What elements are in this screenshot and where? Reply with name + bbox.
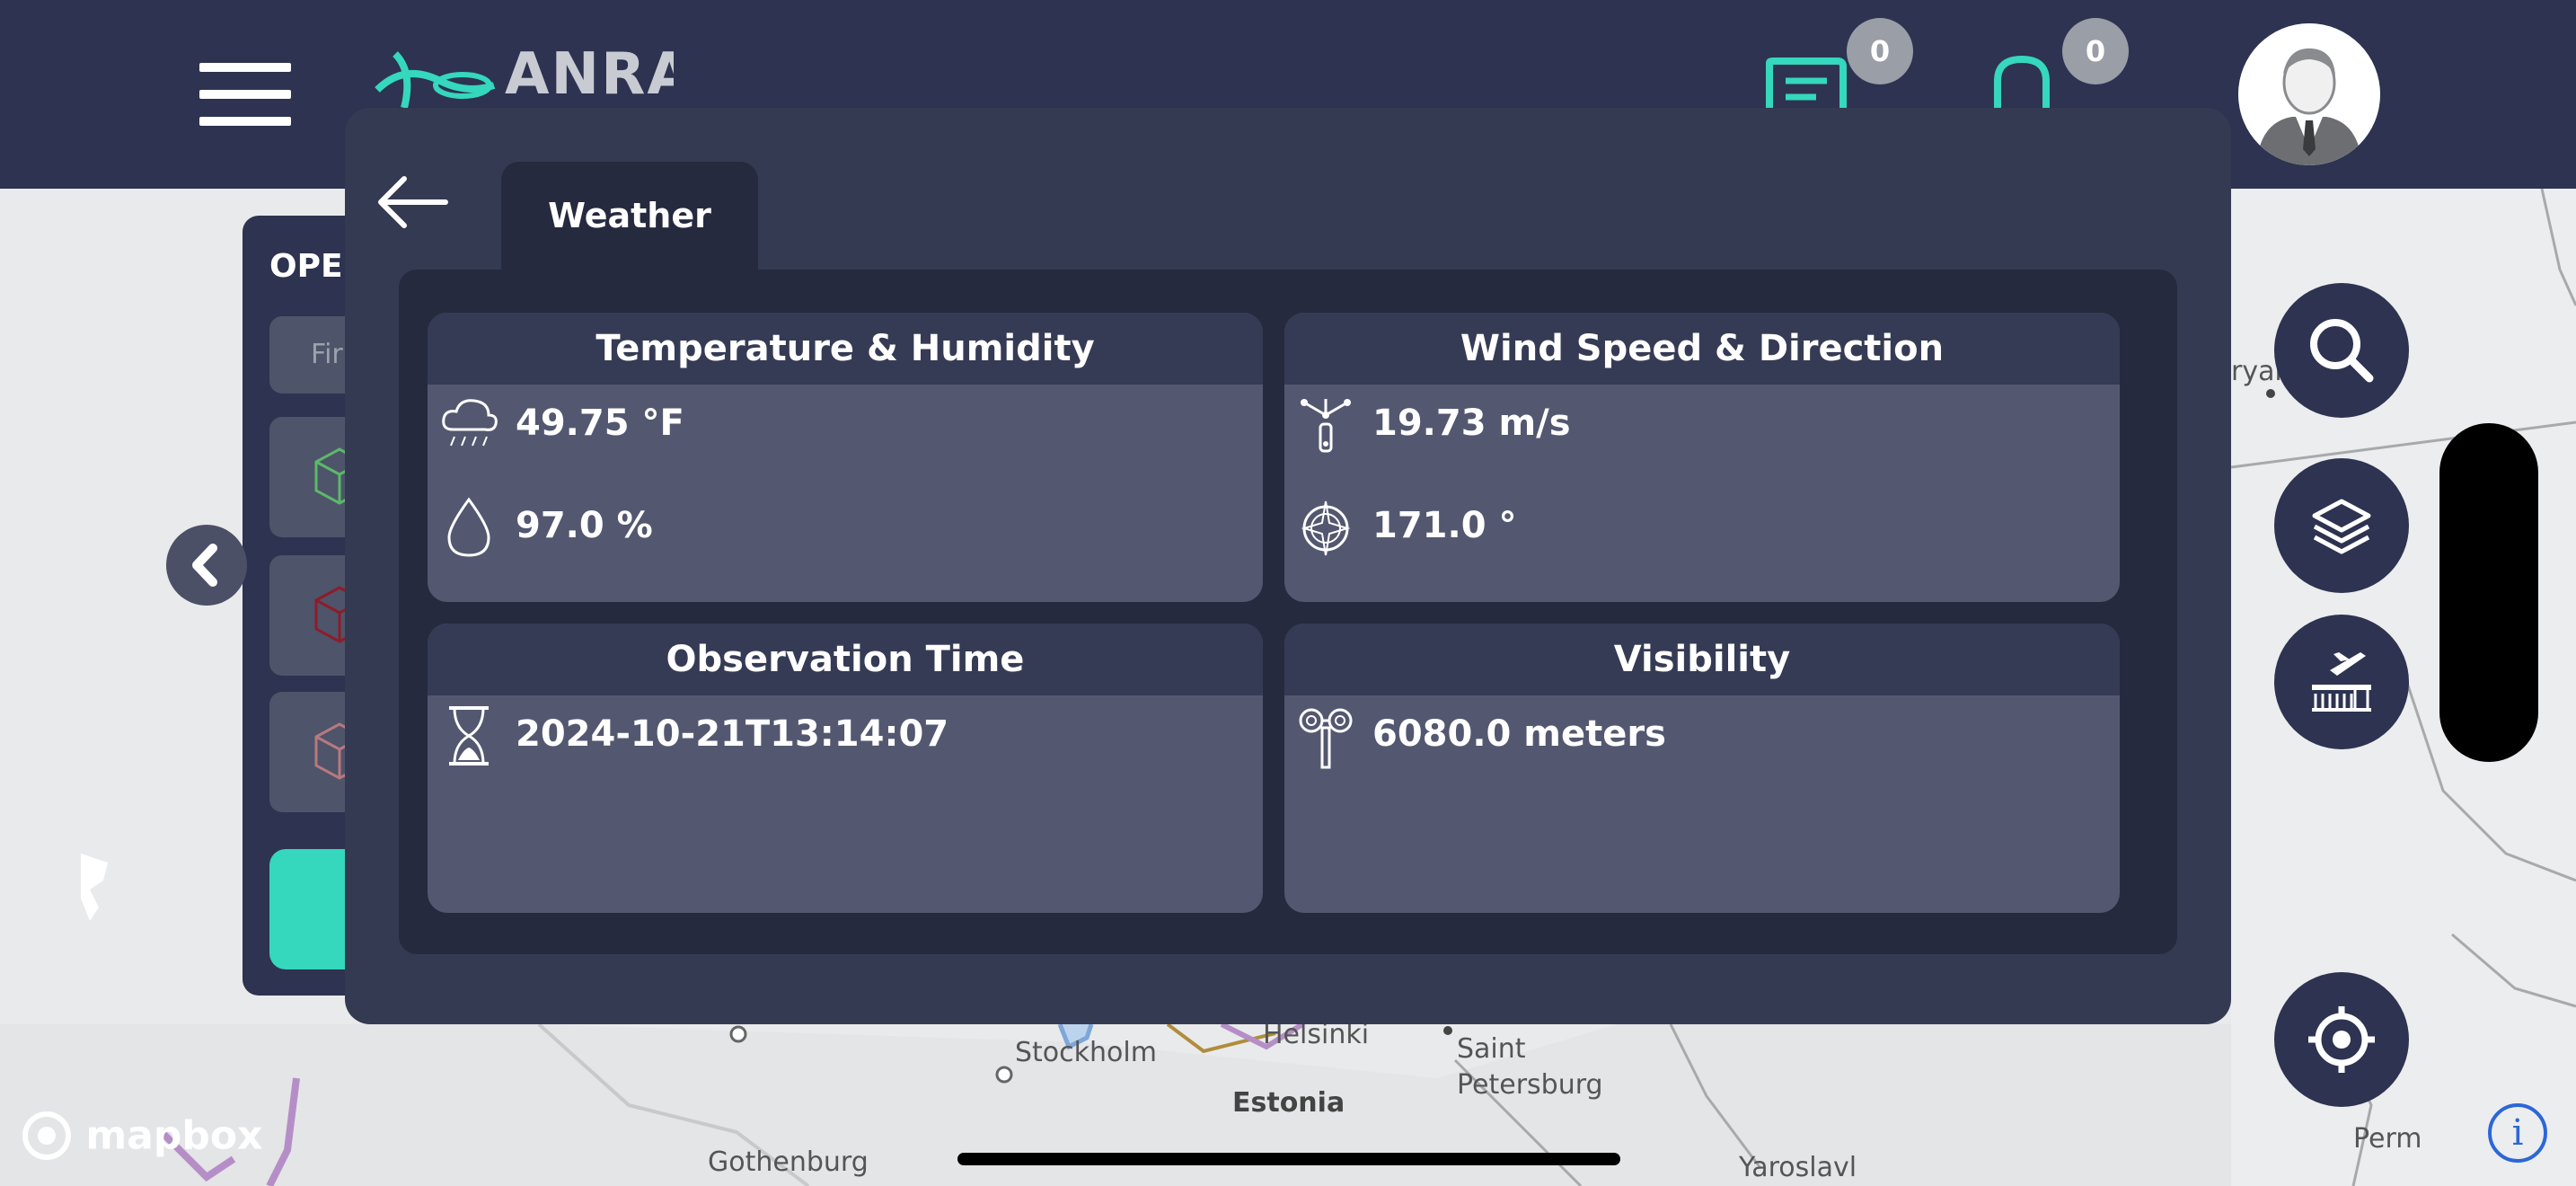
card-title: Temperature & Humidity: [428, 313, 1263, 385]
menu-line: [199, 117, 291, 126]
weather-modal: Weather Temperature & Humidity 49.75 °F …: [345, 108, 2231, 1024]
cloud-rain-icon: [442, 399, 498, 447]
side-scroll-handle[interactable]: [2439, 423, 2538, 762]
visibility-value: 6080.0 meters: [1372, 713, 1666, 755]
bell-icon[interactable]: [1990, 54, 2053, 108]
menu-line: [199, 90, 291, 99]
menu-line: [199, 63, 291, 72]
wind-card: Wind Speed & Direction 19.73 m/s 171.0 °: [1284, 313, 2120, 602]
tab-weather[interactable]: Weather: [501, 162, 758, 288]
water-drop-icon: [447, 497, 490, 557]
card-title: Visibility: [1284, 624, 2120, 695]
observation-time-value: 2024-10-21T13:14:07: [516, 713, 949, 755]
humidity-value: 97.0 %: [516, 505, 653, 546]
visibility-row: 6080.0 meters: [1284, 704, 2120, 776]
map-label-gothenburg: Gothenburg: [708, 1146, 869, 1178]
collapse-panel-button[interactable]: [166, 525, 247, 606]
mapbox-text: mapbox: [85, 1112, 263, 1159]
mapbox-attribution[interactable]: mapbox: [22, 1111, 262, 1161]
wind-speed-value: 19.73 m/s: [1372, 403, 1571, 444]
user-icon: [2238, 23, 2380, 165]
layers-button[interactable]: [2274, 458, 2409, 593]
hourglass-icon: [449, 706, 489, 766]
tasks-icon[interactable]: [1766, 58, 1847, 111]
map-label-perm: Perm: [2353, 1123, 2422, 1155]
tasks-badge: 0: [1847, 18, 1913, 84]
temperature-humidity-card: Temperature & Humidity 49.75 °F 97.0 %: [428, 313, 1263, 602]
observation-time-row: 2024-10-21T13:14:07: [428, 704, 1263, 776]
arrow-left-icon: [378, 176, 448, 228]
layers-icon: [2312, 499, 2371, 554]
search-button[interactable]: [2274, 283, 2409, 418]
user-avatar[interactable]: [2238, 23, 2380, 165]
wind-direction-value: 171.0 °: [1372, 505, 1517, 546]
locate-me-button[interactable]: [2274, 972, 2409, 1107]
map-label-yaroslavl: Yaroslavl: [1739, 1152, 1857, 1183]
alerts-badge: 0: [2062, 18, 2129, 84]
map-label-saint: Saint: [1457, 1033, 1526, 1065]
anemometer-icon: [1301, 399, 1351, 453]
mapbox-logo-icon: [22, 1111, 71, 1160]
wind-speed-row: 19.73 m/s: [1284, 394, 2120, 465]
search-icon: [2310, 319, 2374, 383]
temperature-value: 49.75 °F: [516, 403, 684, 444]
card-title: Wind Speed & Direction: [1284, 313, 2120, 385]
observation-time-card: Observation Time 2024-10-21T13:14:07: [428, 624, 1263, 913]
binoculars-icon: [1299, 708, 1353, 769]
card-title: Observation Time: [428, 624, 1263, 695]
map-label-petersburg: Petersburg: [1457, 1069, 1603, 1101]
home-indicator: [957, 1153, 1620, 1165]
back-button[interactable]: [372, 171, 453, 234]
compass-icon: [1301, 500, 1351, 556]
operations-panel-title: OPEI: [269, 248, 355, 285]
wind-direction-row: 171.0 °: [1284, 496, 2120, 568]
weather-content: Temperature & Humidity 49.75 °F 97.0 % W…: [399, 270, 2177, 954]
crosshair-icon: [2308, 1006, 2375, 1073]
logo-text: ANRA NOON: [505, 45, 674, 117]
visibility-card: Visibility 6080.0 meters: [1284, 624, 2120, 913]
humidity-row: 97.0 %: [428, 496, 1263, 568]
map-label-estonia: Estonia: [1232, 1087, 1345, 1119]
map-label-stockholm: Stockholm: [1015, 1037, 1157, 1068]
airport-icon: [2312, 652, 2371, 712]
airport-button[interactable]: [2274, 615, 2409, 749]
logo-drone-icon: [375, 51, 496, 109]
app-logo: ANRA NOON: [368, 45, 674, 117]
temperature-row: 49.75 °F: [428, 394, 1263, 465]
chevron-left-icon: [192, 544, 217, 587]
info-icon[interactable]: i: [2488, 1103, 2547, 1163]
menu-button[interactable]: [199, 63, 291, 126]
